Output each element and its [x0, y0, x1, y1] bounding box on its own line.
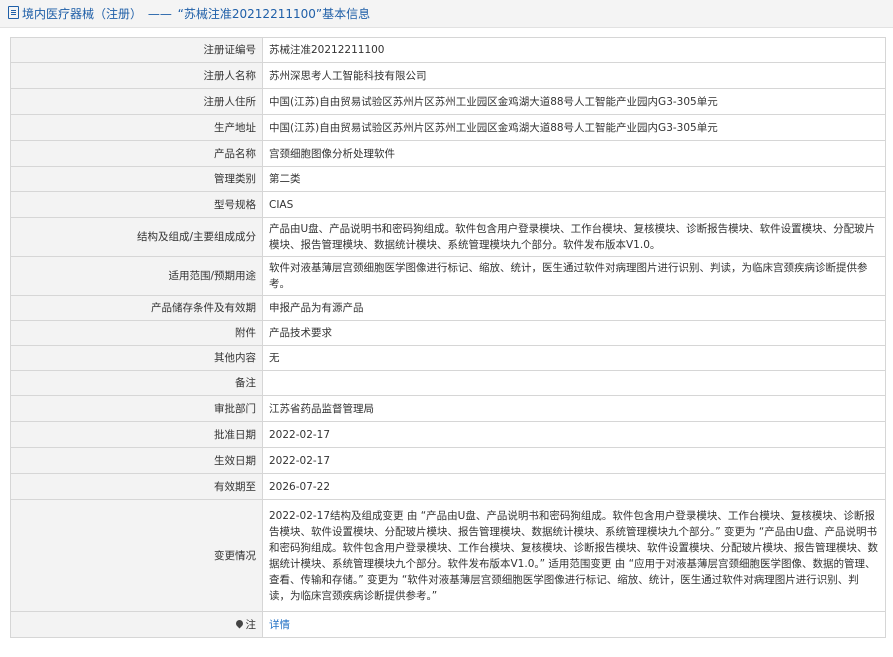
table-row: 结构及组成/主要组成成分 产品由U盘、产品说明书和密码狗组成。软件包含用户登录模… [10, 217, 886, 257]
table-row: 生产地址 中国(江苏)自由贸易试验区苏州片区苏州工业园区金鸡湖大道88号人工智能… [10, 114, 886, 141]
row-value: 苏械注准20212211100 [262, 37, 886, 63]
row-label: 变更情况 [10, 499, 263, 612]
detail-table: 注册证编号 苏械注准20212211100 注册人名称 苏州深思考人工智能科技有… [10, 37, 886, 638]
row-label: 产品储存条件及有效期 [10, 295, 263, 321]
row-value: 中国(江苏)自由贸易试验区苏州片区苏州工业园区金鸡湖大道88号人工智能产业园内G… [262, 114, 886, 141]
header-separator: —— [147, 7, 172, 21]
note-label: 注 [245, 618, 257, 631]
table-row: 适用范围/预期用途 软件对液基薄层宫颈细胞医学图像进行标记、缩放、统计，医生通过… [10, 256, 886, 296]
table-row: 注册人住所 中国(江苏)自由贸易试验区苏州片区苏州工业园区金鸡湖大道88号人工智… [10, 88, 886, 115]
table-row: 管理类别 第二类 [10, 166, 886, 192]
row-value: 2026-07-22 [262, 473, 886, 500]
row-value: 申报产品为有源产品 [262, 295, 886, 321]
row-value: 无 [262, 345, 886, 371]
row-label: 审批部门 [10, 395, 263, 422]
table-row: 变更情况 2022-02-17结构及组成变更 由 “产品由U盘、产品说明书和密码… [10, 499, 886, 612]
table-row: 产品名称 宫颈细胞图像分析处理软件 [10, 140, 886, 167]
table-row: 产品储存条件及有效期 申报产品为有源产品 [10, 295, 886, 321]
header-category: 境内医疗器械（注册） [22, 7, 143, 21]
note-row: 注 详情 [10, 611, 886, 638]
row-label: 注册人住所 [10, 88, 263, 115]
row-label: 结构及组成/主要组成成分 [10, 217, 263, 257]
row-value: CIAS [262, 191, 886, 218]
row-value: 江苏省药品监督管理局 [262, 395, 886, 422]
table-row: 注册人名称 苏州深思考人工智能科技有限公司 [10, 62, 886, 89]
row-label: 备注 [10, 370, 263, 396]
row-label: 附件 [10, 320, 263, 346]
table-row: 其他内容 无 [10, 345, 886, 371]
row-label: 注册证编号 [10, 37, 263, 63]
row-label: 生产地址 [10, 114, 263, 141]
row-value: 2022-02-17结构及组成变更 由 “产品由U盘、产品说明书和密码狗组成。软… [262, 499, 886, 612]
row-value: 软件对液基薄层宫颈细胞医学图像进行标记、缩放、统计，医生通过软件对病理图片进行识… [262, 256, 886, 296]
row-label: 适用范围/预期用途 [10, 256, 263, 296]
row-value: 2022-02-17 [262, 421, 886, 448]
row-label: 型号规格 [10, 191, 263, 218]
page-header: 境内医疗器械（注册） —— “苏械注准20212211100”基本信息 [0, 0, 893, 28]
row-label: 其他内容 [10, 345, 263, 371]
detail-container: 注册证编号 苏械注准20212211100 注册人名称 苏州深思考人工智能科技有… [10, 37, 886, 638]
document-icon [8, 6, 19, 19]
table-row: 有效期至 2026-07-22 [10, 473, 886, 500]
note-value-cell: 详情 [262, 611, 886, 638]
pin-icon [234, 618, 244, 628]
table-row: 审批部门 江苏省药品监督管理局 [10, 395, 886, 422]
table-row: 注册证编号 苏械注准20212211100 [10, 37, 886, 63]
row-label: 生效日期 [10, 447, 263, 474]
row-value: 苏州深思考人工智能科技有限公司 [262, 62, 886, 89]
table-row: 批准日期 2022-02-17 [10, 421, 886, 448]
row-label: 产品名称 [10, 140, 263, 167]
table-row: 型号规格 CIAS [10, 191, 886, 218]
row-value: 中国(江苏)自由贸易试验区苏州片区苏州工业园区金鸡湖大道88号人工智能产业园内G… [262, 88, 886, 115]
row-label: 注册人名称 [10, 62, 263, 89]
row-value: 第二类 [262, 166, 886, 192]
row-value: 2022-02-17 [262, 447, 886, 474]
row-label: 批准日期 [10, 421, 263, 448]
table-row: 附件 产品技术要求 [10, 320, 886, 346]
note-label-cell: 注 [10, 611, 263, 638]
table-row: 备注 [10, 370, 886, 396]
row-label: 有效期至 [10, 473, 263, 500]
row-value: 产品由U盘、产品说明书和密码狗组成。软件包含用户登录模块、工作台模块、复核模块、… [262, 217, 886, 257]
page-title: “苏械注准20212211100”基本信息 [177, 7, 371, 21]
row-value: 产品技术要求 [262, 320, 886, 346]
table-row: 生效日期 2022-02-17 [10, 447, 886, 474]
row-label: 管理类别 [10, 166, 263, 192]
row-value [262, 370, 886, 396]
row-value: 宫颈细胞图像分析处理软件 [262, 140, 886, 167]
details-link[interactable]: 详情 [269, 619, 290, 631]
